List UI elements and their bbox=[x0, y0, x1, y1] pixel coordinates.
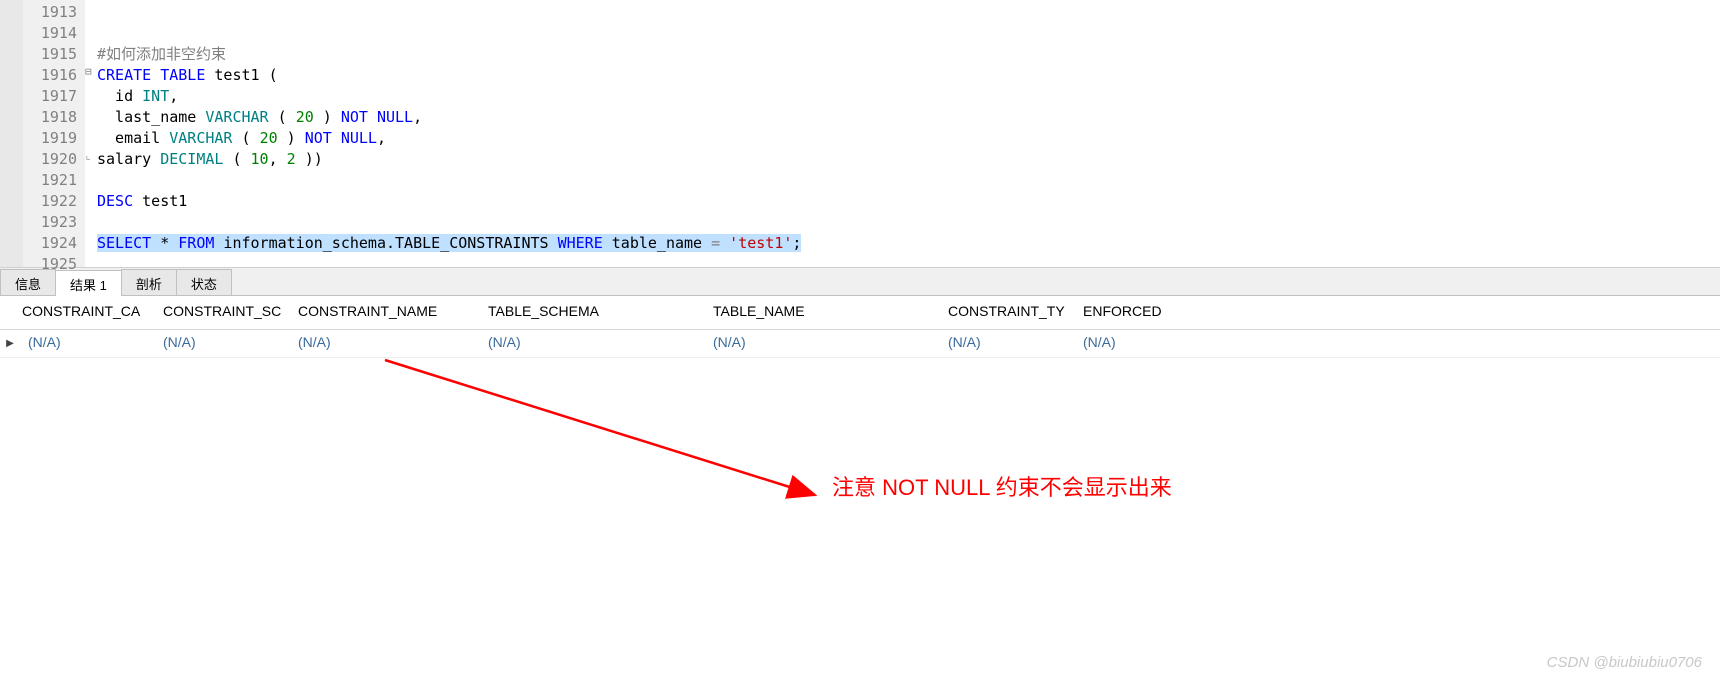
col-header[interactable]: CONSTRAINT_NAME bbox=[290, 296, 480, 329]
results-grid[interactable]: CONSTRAINT_CA CONSTRAINT_SC CONSTRAINT_N… bbox=[0, 296, 1720, 358]
col-header[interactable]: CONSTRAINT_CA bbox=[0, 296, 155, 329]
code-line bbox=[97, 23, 1720, 44]
code-text[interactable]: #如何添加非空约束CREATE TABLE test1 ( id INT, la… bbox=[97, 0, 1720, 267]
watermark: CSDN @biubiubiu0706 bbox=[1547, 654, 1702, 671]
line-number: 1920 bbox=[23, 149, 77, 170]
code-line bbox=[97, 212, 1720, 233]
col-header[interactable]: CONSTRAINT_SC bbox=[155, 296, 290, 329]
line-number-gutter: 1913 1914 1915 1916 1917 1918 1919 1920 … bbox=[23, 0, 85, 267]
code-line: SELECT * FROM information_schema.TABLE_C… bbox=[97, 233, 1720, 254]
code-line: last_name VARCHAR ( 20 ) NOT NULL, bbox=[97, 107, 1720, 128]
line-number: 1917 bbox=[23, 86, 77, 107]
fold-gutter: ⊟ ⌞ bbox=[85, 0, 97, 267]
tab-info[interactable]: 信息 bbox=[0, 269, 56, 295]
cell: (N/A) bbox=[480, 330, 705, 357]
code-line bbox=[97, 254, 1720, 275]
code-line: salary DECIMAL ( 10, 2 )) bbox=[97, 149, 1720, 170]
col-header[interactable]: CONSTRAINT_TY bbox=[940, 296, 1075, 329]
fold-open-icon[interactable]: ⊟ bbox=[85, 63, 92, 84]
cell: (N/A) bbox=[1075, 330, 1250, 357]
cell: (N/A) bbox=[940, 330, 1075, 357]
cell: (N/A) bbox=[20, 330, 155, 357]
line-number: 1916 bbox=[23, 65, 77, 86]
cell: (N/A) bbox=[290, 330, 480, 357]
code-editor[interactable]: 1913 1914 1915 1916 1917 1918 1919 1920 … bbox=[0, 0, 1720, 268]
col-header[interactable]: TABLE_NAME bbox=[705, 296, 940, 329]
col-header[interactable]: TABLE_SCHEMA bbox=[480, 296, 705, 329]
col-header[interactable]: ENFORCED bbox=[1075, 296, 1250, 329]
tab-profile[interactable]: 剖析 bbox=[121, 269, 177, 295]
table-row[interactable]: ▶ (N/A) (N/A) (N/A) (N/A) (N/A) (N/A) (N… bbox=[0, 330, 1720, 358]
tab-status[interactable]: 状态 bbox=[176, 269, 232, 295]
code-line: DESC test1 bbox=[97, 191, 1720, 212]
code-line: CREATE TABLE test1 ( bbox=[97, 65, 1720, 86]
line-number: 1922 bbox=[23, 191, 77, 212]
line-number: 1915 bbox=[23, 44, 77, 65]
gutter-margin bbox=[0, 0, 23, 267]
fold-close-icon[interactable]: ⌞ bbox=[85, 147, 92, 168]
results-header-row: CONSTRAINT_CA CONSTRAINT_SC CONSTRAINT_N… bbox=[0, 296, 1720, 330]
line-number: 1924 bbox=[23, 233, 77, 254]
cell: (N/A) bbox=[705, 330, 940, 357]
cell: (N/A) bbox=[155, 330, 290, 357]
line-number: 1914 bbox=[23, 23, 77, 44]
row-marker-icon: ▶ bbox=[0, 330, 20, 357]
line-number: 1923 bbox=[23, 212, 77, 233]
code-line bbox=[97, 2, 1720, 23]
code-line: email VARCHAR ( 20 ) NOT NULL, bbox=[97, 128, 1720, 149]
line-number: 1913 bbox=[23, 2, 77, 23]
tab-result-1[interactable]: 结果 1 bbox=[55, 270, 122, 296]
annotation-arrow-icon bbox=[380, 355, 830, 525]
line-number: 1918 bbox=[23, 107, 77, 128]
line-number: 1921 bbox=[23, 170, 77, 191]
code-line bbox=[97, 170, 1720, 191]
code-line: #如何添加非空约束 bbox=[97, 44, 1720, 65]
annotation-text: 注意 NOT NULL 约束不会显示出来 bbox=[832, 470, 1172, 502]
line-number: 1919 bbox=[23, 128, 77, 149]
code-line: id INT, bbox=[97, 86, 1720, 107]
